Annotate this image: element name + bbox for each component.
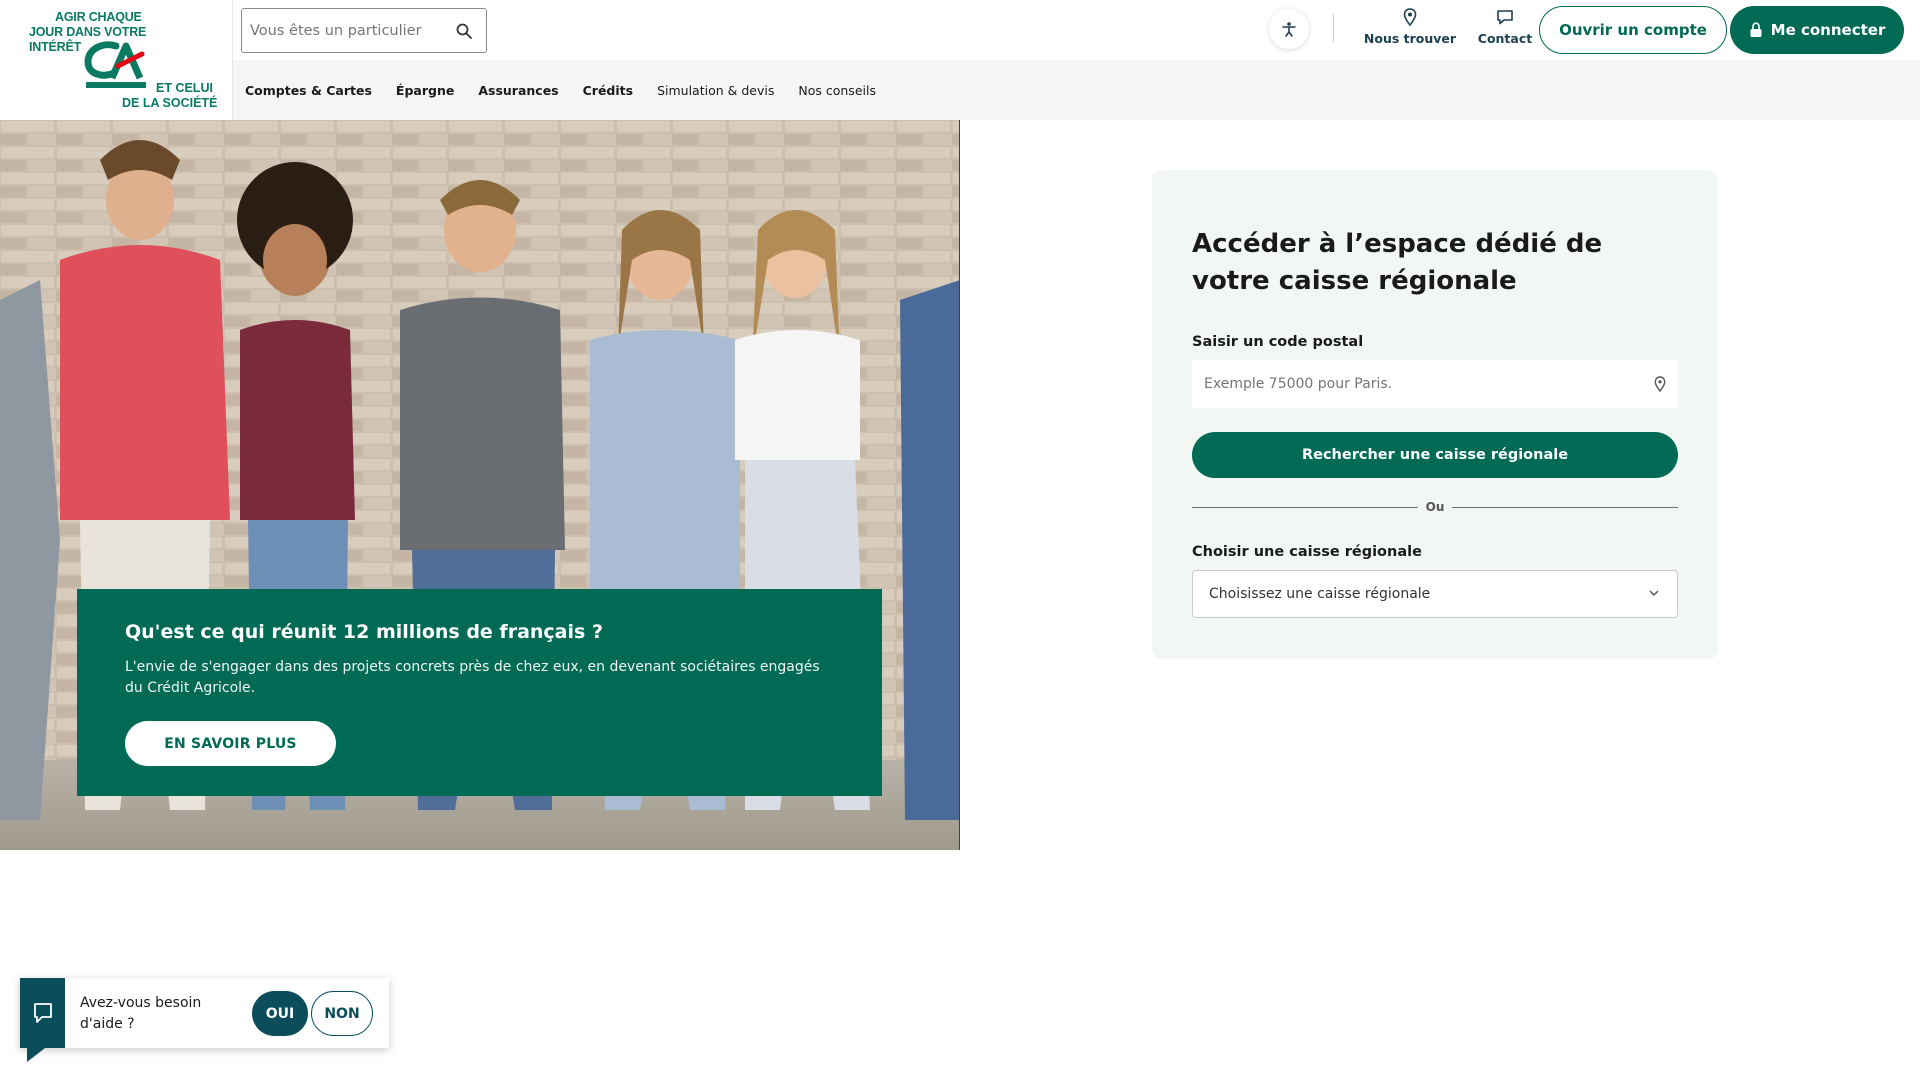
contact-label: Contact — [1477, 31, 1533, 46]
hero-promo-box: Qu'est ce qui réunit 12 millions de fran… — [77, 589, 882, 796]
accessibility-icon — [1282, 22, 1296, 37]
find-us-label: Nous trouver — [1363, 31, 1457, 46]
or-divider: Ou — [1192, 500, 1678, 514]
help-no-button[interactable]: NON — [311, 991, 373, 1036]
chat-bubble-icon — [34, 1003, 52, 1023]
logo-tagline-line: de la société — [122, 96, 218, 110]
logo-tagline-line: et celui — [156, 81, 213, 95]
logo-tagline-line: jour dans votre — [29, 25, 147, 39]
profile-search-input[interactable] — [242, 9, 442, 52]
contact-link[interactable]: Contact — [1470, 8, 1540, 46]
logo[interactable]: Agir chaque jour dans votre intérêt et c… — [0, 0, 233, 120]
header-divider — [1333, 14, 1334, 42]
location-pin-icon — [1403, 8, 1417, 26]
help-tab-tail — [27, 1048, 45, 1062]
search-region-button[interactable]: Rechercher une caisse régionale — [1192, 432, 1678, 478]
login-label: Me connecter — [1770, 21, 1886, 39]
menu-item-simulation-devis[interactable]: Simulation & devis — [657, 83, 774, 98]
login-button[interactable]: Me connecter — [1730, 6, 1904, 54]
menu-item-epargne[interactable]: Épargne — [396, 83, 454, 98]
header-top-row: Nous trouver Contact Ouvrir un compte Me… — [233, 0, 1920, 60]
location-pin-icon[interactable] — [1654, 376, 1666, 392]
help-question: Avez-vous besoin d'aide ? — [80, 995, 202, 1032]
menu-item-credits[interactable]: Crédits — [583, 83, 633, 98]
main-menu-list: Comptes & Cartes Épargne Assurances Créd… — [233, 60, 1920, 120]
learn-more-button[interactable]: EN SAVOIR PLUS — [125, 721, 336, 766]
hero-text: L'envie de s'engager dans des projets co… — [125, 659, 820, 696]
logo-tagline-line: Agir chaque — [55, 10, 142, 24]
divider-line — [1452, 507, 1678, 508]
region-title: Accéder à l’espace dédié de votre caisse… — [1192, 229, 1603, 296]
help-widget: Avez-vous besoin d'aide ? OUI NON — [20, 978, 389, 1062]
region-select-value: Choisissez une caisse régionale — [1209, 586, 1431, 602]
menu-item-nos-conseils[interactable]: Nos conseils — [798, 83, 876, 98]
postal-code-label: Saisir un code postal — [1192, 334, 1364, 350]
menu-item-assurances[interactable]: Assurances — [478, 83, 558, 98]
search-icon[interactable] — [456, 23, 472, 39]
postal-code-input[interactable] — [1192, 360, 1632, 408]
help-yes-button[interactable]: OUI — [252, 991, 308, 1036]
region-card: Accéder à l’espace dédié de votre caisse… — [1152, 170, 1718, 659]
profile-search[interactable] — [241, 8, 487, 53]
help-tab — [20, 978, 65, 1048]
chat-icon — [1497, 10, 1513, 25]
menu-item-comptes-cartes[interactable]: Comptes & Cartes — [245, 83, 372, 98]
or-label: Ou — [1425, 500, 1445, 514]
main-menu: Comptes & Cartes Épargne Assurances Créd… — [233, 60, 1920, 120]
accessibility-button[interactable] — [1269, 9, 1309, 49]
find-us-link[interactable]: Nous trouver — [1357, 8, 1463, 46]
choose-region-label: Choisir une caisse régionale — [1192, 544, 1422, 560]
region-select[interactable]: Choisissez une caisse régionale — [1192, 570, 1678, 618]
chevron-down-icon — [1649, 590, 1659, 596]
open-account-button[interactable]: Ouvrir un compte — [1539, 6, 1727, 54]
site-header: Agir chaque jour dans votre intérêt et c… — [0, 0, 1920, 120]
lock-icon — [1750, 22, 1762, 37]
hero-banner: Qu'est ce qui réunit 12 millions de fran… — [0, 120, 960, 850]
hero-title: Qu'est ce qui réunit 12 millions de fran… — [125, 621, 603, 643]
postal-code-field[interactable] — [1192, 360, 1678, 408]
divider-line — [1192, 507, 1418, 508]
logo-tagline-bottom: et celui de la société — [122, 81, 217, 111]
